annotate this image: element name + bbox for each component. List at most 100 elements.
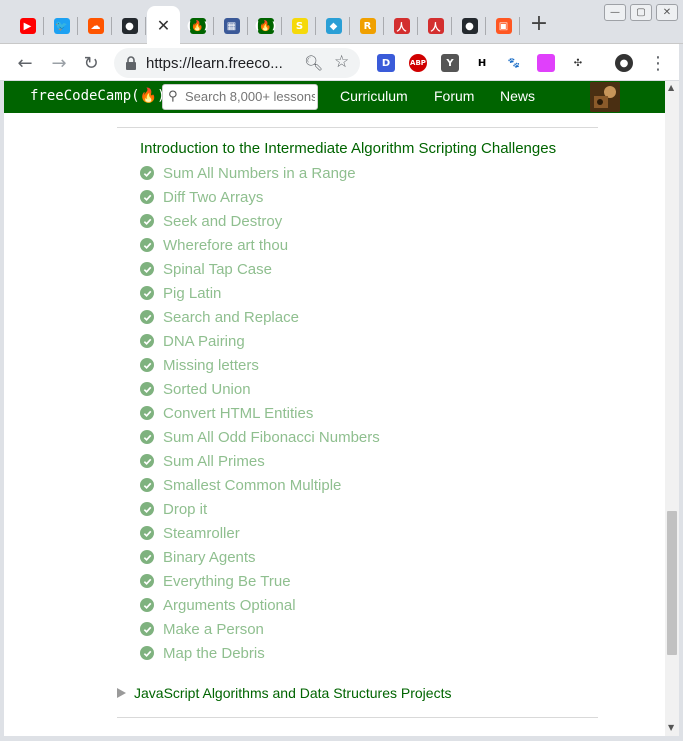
challenge-item[interactable]: Missing letters — [140, 353, 259, 377]
challenge-link[interactable]: Diff Two Arrays — [163, 189, 263, 206]
challenge-link[interactable]: Sum All Primes — [163, 453, 265, 470]
challenge-link[interactable]: Wherefore art thou — [163, 237, 288, 254]
nav-link-news[interactable]: News — [500, 88, 535, 104]
challenge-item[interactable]: Spinal Tap Case — [140, 257, 272, 281]
url-text: https://learn.freeco... — [146, 55, 283, 72]
d-extension-icon[interactable]: D — [377, 54, 395, 72]
reload-button[interactable]: ↻ — [78, 50, 104, 76]
challenge-link[interactable]: Smallest Common Multiple — [163, 477, 341, 494]
projects-block-toggle[interactable]: JavaScript Algorithms and Data Structure… — [117, 685, 451, 701]
soundcloud-icon: ☁ — [87, 18, 104, 34]
challenge-item[interactable]: Diff Two Arrays — [140, 185, 263, 209]
challenge-link[interactable]: Drop it — [163, 501, 207, 518]
paw-extension-icon[interactable]: 🐾 — [505, 54, 523, 72]
browser-tab[interactable]: ▶ — [11, 8, 44, 44]
block-title[interactable]: Introduction to the Intermediate Algorit… — [140, 140, 556, 157]
challenge-item[interactable]: Binary Agents — [140, 545, 256, 569]
challenge-link[interactable]: Make a Person — [163, 621, 264, 638]
zoom-icon[interactable]: 🔍︎ — [304, 54, 323, 72]
scroll-up-arrow-icon[interactable]: ▲ — [668, 83, 674, 92]
close-window-button[interactable]: ✕ — [656, 4, 678, 21]
challenge-link[interactable]: Seek and Destroy — [163, 213, 282, 230]
challenge-item[interactable]: Pig Latin — [140, 281, 221, 305]
active-tab-close-icon[interactable]: ✕ — [157, 16, 170, 35]
y-extension-icon[interactable]: Y — [441, 54, 459, 72]
browser-tab[interactable]: S — [283, 8, 316, 44]
tab-strip: ▶ 🐦 ☁ ● ✕ (🔥) ▦ (🔥) S ◆ R 人 人 ● ▣ + — ▢ ✕ — [0, 0, 683, 45]
fcc-navbar: freeCodeCamp(🔥) ⚲ Curriculum Forum News — [4, 81, 665, 113]
minimize-button[interactable]: — — [604, 4, 626, 21]
nav-link-curriculum[interactable]: Curriculum — [340, 88, 408, 104]
browser-tab[interactable]: (🔥) — [249, 8, 282, 44]
nav-link-forum[interactable]: Forum — [434, 88, 474, 104]
scroll-down-arrow-icon[interactable]: ▼ — [668, 723, 674, 732]
user-avatar[interactable] — [590, 82, 620, 112]
bookmark-star-icon[interactable]: ☆ — [334, 52, 349, 72]
browser-tab[interactable]: ☁ — [79, 8, 112, 44]
challenge-item[interactable]: Sum All Primes — [140, 449, 265, 473]
challenge-item[interactable]: Search and Replace — [140, 305, 299, 329]
challenge-item[interactable]: Drop it — [140, 497, 207, 521]
check-circle-icon — [140, 358, 154, 372]
forward-button[interactable]: → — [46, 50, 72, 76]
page-scrollbar[interactable]: ▲ ▼ — [665, 81, 679, 736]
challenge-link[interactable]: Spinal Tap Case — [163, 261, 272, 278]
browser-tab[interactable]: R — [351, 8, 384, 44]
challenge-link[interactable]: DNA Pairing — [163, 333, 245, 350]
projects-block-title[interactable]: JavaScript Algorithms and Data Structure… — [134, 685, 451, 701]
search-input[interactable] — [185, 89, 315, 104]
browser-tab[interactable]: ▦ — [215, 8, 248, 44]
browser-tab[interactable]: 🐦 — [45, 8, 78, 44]
gradient-extension-icon[interactable] — [537, 54, 555, 72]
challenge-link[interactable]: Convert HTML Entities — [163, 405, 313, 422]
menu-icon[interactable]: ⋮ — [645, 50, 671, 76]
challenge-link[interactable]: Steamroller — [163, 525, 240, 542]
challenge-item[interactable]: DNA Pairing — [140, 329, 245, 353]
challenge-link[interactable]: Arguments Optional — [163, 597, 296, 614]
scrollbar-thumb[interactable] — [667, 511, 677, 655]
challenge-link[interactable]: Binary Agents — [163, 549, 256, 566]
challenge-link[interactable]: Sum All Odd Fibonacci Numbers — [163, 429, 380, 446]
browser-tab[interactable]: ● — [453, 8, 486, 44]
challenge-item[interactable]: Seek and Destroy — [140, 209, 282, 233]
challenge-link[interactable]: Search and Replace — [163, 309, 299, 326]
challenge-link[interactable]: Sorted Union — [163, 381, 251, 398]
challenge-link[interactable]: Missing letters — [163, 357, 259, 374]
new-tab-button[interactable]: + — [528, 13, 550, 36]
challenge-item[interactable]: Make a Person — [140, 617, 264, 641]
move-extension-icon[interactable]: ✣ — [569, 54, 587, 72]
fcc-search-box[interactable]: ⚲ — [162, 84, 318, 110]
window-frame — [0, 736, 683, 741]
browser-tab[interactable]: 人 — [419, 8, 452, 44]
active-tab[interactable]: ✕ — [147, 6, 180, 45]
challenge-link[interactable]: Pig Latin — [163, 285, 221, 302]
challenge-item[interactable]: Wherefore art thou — [140, 233, 288, 257]
challenge-link[interactable]: Sum All Numbers in a Range — [163, 165, 356, 182]
challenge-item[interactable]: Smallest Common Multiple — [140, 473, 341, 497]
challenge-link[interactable]: Everything Be True — [163, 573, 291, 590]
challenge-item[interactable]: Steamroller — [140, 521, 240, 545]
profile-avatar[interactable]: ● — [615, 54, 633, 72]
back-button[interactable]: ← — [12, 50, 38, 76]
maximize-button[interactable]: ▢ — [630, 4, 652, 21]
browser-tab[interactable]: (🔥) — [181, 8, 214, 44]
challenge-item[interactable]: Convert HTML Entities — [140, 401, 313, 425]
browser-tab[interactable]: ● — [113, 8, 146, 44]
tab-separator — [213, 17, 214, 35]
challenge-item[interactable]: Sum All Odd Fibonacci Numbers — [140, 425, 380, 449]
adblock-plus-icon[interactable]: ABP — [409, 54, 427, 72]
browser-tab[interactable]: 人 — [385, 8, 418, 44]
tab-separator — [485, 17, 486, 35]
challenge-link[interactable]: Map the Debris — [163, 645, 265, 662]
challenge-item[interactable]: Sorted Union — [140, 377, 251, 401]
fcc-logo[interactable]: freeCodeCamp(🔥) — [30, 88, 165, 104]
browser-tab[interactable]: ▣ — [487, 8, 520, 44]
challenge-item[interactable]: Arguments Optional — [140, 593, 296, 617]
browser-tab[interactable]: ◆ — [317, 8, 350, 44]
h-extension-icon[interactable]: H — [473, 54, 491, 72]
challenge-item[interactable]: Map the Debris — [140, 641, 265, 665]
github-icon: ● — [461, 18, 478, 34]
challenge-item[interactable]: Everything Be True — [140, 569, 291, 593]
challenge-item[interactable]: Sum All Numbers in a Range — [140, 161, 356, 185]
address-bar[interactable]: https://learn.freeco... 🔍︎ ☆ — [114, 48, 360, 78]
